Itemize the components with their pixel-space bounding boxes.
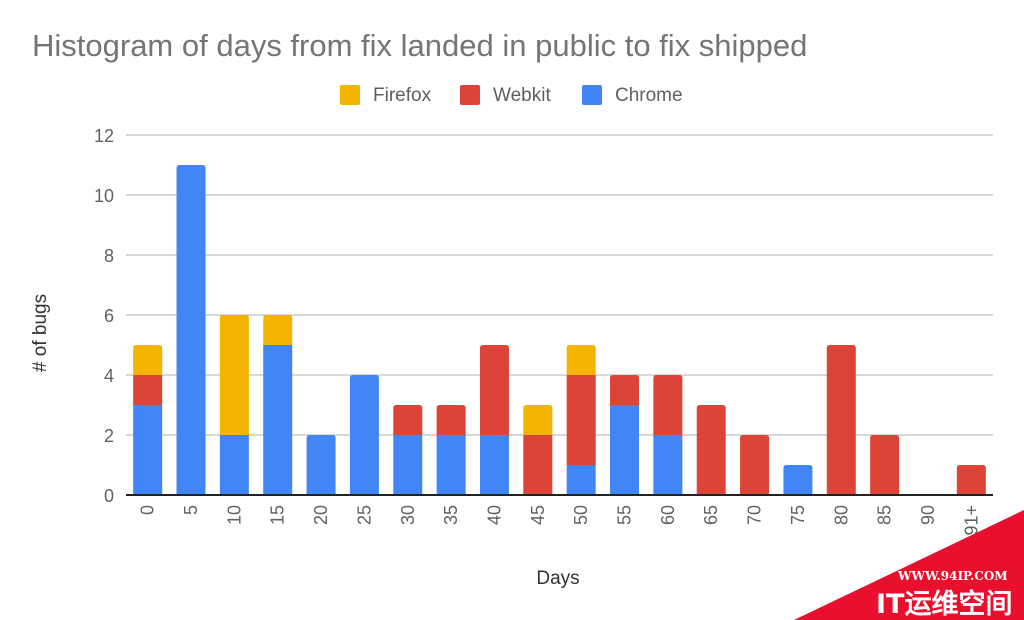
x-tick-label: 85 xyxy=(875,505,895,525)
y-axis-ticks: 0 2 4 6 8 10 12 xyxy=(94,126,114,506)
x-tick-label: 25 xyxy=(354,505,374,525)
y-tick-label: 2 xyxy=(104,426,114,446)
bar-chrome-55 xyxy=(610,405,640,495)
bar-webkit-55 xyxy=(610,375,640,405)
bar-chrome-10 xyxy=(219,435,249,495)
x-axis-title: Days xyxy=(536,568,579,589)
legend: Firefox Webkit Chrome xyxy=(340,85,683,106)
bar-group-65 xyxy=(696,405,726,495)
x-tick-label: 40 xyxy=(484,505,504,525)
x-tick-label: 75 xyxy=(788,505,808,525)
bar-group-20 xyxy=(306,435,336,495)
legend-swatch xyxy=(340,85,360,105)
bar-firefox-45 xyxy=(523,405,553,435)
bar-chrome-50 xyxy=(566,465,596,495)
bar-group-60 xyxy=(653,375,683,495)
x-tick-label: 10 xyxy=(224,505,244,525)
x-tick-label: 30 xyxy=(398,505,418,525)
bar-chrome-15 xyxy=(263,345,293,495)
bar-chrome-0 xyxy=(133,405,163,495)
bar-chrome-20 xyxy=(306,435,336,495)
bars xyxy=(133,165,986,495)
bar-group-25 xyxy=(349,375,379,495)
x-tick-label: 15 xyxy=(268,505,288,525)
bar-webkit-30 xyxy=(393,405,423,435)
y-tick-label: 0 xyxy=(104,486,114,506)
bar-group-15 xyxy=(263,315,293,495)
y-tick-label: 4 xyxy=(104,366,114,386)
x-tick-label: 35 xyxy=(441,505,461,525)
bar-firefox-0 xyxy=(133,345,163,375)
legend-label: Firefox xyxy=(373,85,432,106)
legend-item-chrome: Chrome xyxy=(582,85,683,106)
y-tick-label: 10 xyxy=(94,186,114,206)
gridlines xyxy=(126,134,993,436)
bar-firefox-50 xyxy=(566,345,596,375)
y-tick-label: 6 xyxy=(104,306,114,326)
bar-webkit-35 xyxy=(436,405,466,435)
bar-group-5 xyxy=(176,165,206,495)
bar-chrome-40 xyxy=(479,435,509,495)
bar-group-10 xyxy=(219,315,249,495)
y-axis-title: # of bugs xyxy=(30,294,51,372)
bar-group-75 xyxy=(783,465,813,495)
bar-webkit-45 xyxy=(523,435,553,495)
bar-chrome-35 xyxy=(436,435,466,495)
x-tick-label: 5 xyxy=(181,505,201,515)
chart-title: Histogram of days from fix landed in pub… xyxy=(32,28,807,63)
bar-group-91+ xyxy=(956,465,986,495)
bar-webkit-91+ xyxy=(956,465,986,495)
bar-webkit-85 xyxy=(870,435,900,495)
legend-label: Webkit xyxy=(493,85,551,106)
bar-firefox-10 xyxy=(219,315,249,435)
bar-group-70 xyxy=(740,435,770,495)
bar-chrome-25 xyxy=(349,375,379,495)
legend-item-firefox: Firefox xyxy=(340,85,432,106)
x-axis-ticks: 0 5 10 15 20 25 30 35 40 45 50 55 60 65 70 75 80 85 90 91+ xyxy=(138,505,982,536)
bar-webkit-80 xyxy=(826,345,856,495)
x-tick-label: 80 xyxy=(831,505,851,525)
bar-group-45 xyxy=(523,405,553,495)
x-tick-label: 65 xyxy=(701,505,721,525)
y-tick-label: 12 xyxy=(94,126,114,146)
bar-webkit-65 xyxy=(696,405,726,495)
x-tick-label: 20 xyxy=(311,505,331,525)
bar-webkit-40 xyxy=(479,345,509,435)
bar-group-55 xyxy=(610,375,640,495)
bar-webkit-50 xyxy=(566,375,596,465)
bar-webkit-60 xyxy=(653,375,683,435)
x-tick-label: 0 xyxy=(138,505,158,515)
legend-swatch xyxy=(582,85,602,105)
bar-chrome-30 xyxy=(393,435,423,495)
bar-group-85 xyxy=(870,435,900,495)
x-tick-label: 50 xyxy=(571,505,591,525)
bar-group-30 xyxy=(393,405,423,495)
x-tick-label: 91+ xyxy=(961,505,981,536)
x-tick-label: 55 xyxy=(615,505,635,525)
legend-item-webkit: Webkit xyxy=(460,85,551,106)
x-tick-label: 60 xyxy=(658,505,678,525)
bar-webkit-70 xyxy=(740,435,770,495)
bar-webkit-0 xyxy=(133,375,163,405)
bar-group-35 xyxy=(436,405,466,495)
histogram-chart: Histogram of days from fix landed in pub… xyxy=(30,28,993,589)
x-tick-label: 45 xyxy=(528,505,548,525)
legend-swatch xyxy=(460,85,480,105)
x-tick-label: 70 xyxy=(745,505,765,525)
bar-group-80 xyxy=(826,345,856,495)
x-tick-label: 90 xyxy=(918,505,938,525)
legend-label: Chrome xyxy=(615,85,683,106)
bar-chrome-5 xyxy=(176,165,206,495)
bar-chrome-75 xyxy=(783,465,813,495)
bar-group-50 xyxy=(566,345,596,495)
bar-group-0 xyxy=(133,345,163,495)
y-tick-label: 8 xyxy=(104,246,114,266)
bar-chrome-60 xyxy=(653,435,683,495)
bar-firefox-15 xyxy=(263,315,293,345)
bar-group-40 xyxy=(479,345,509,495)
